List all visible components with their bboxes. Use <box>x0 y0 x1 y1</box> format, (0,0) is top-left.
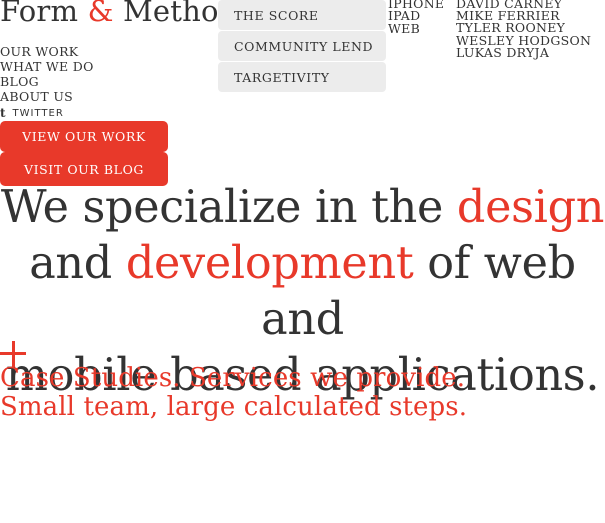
nav-item-our-work[interactable]: OUR WORK <box>0 44 94 59</box>
hero-text: We specialize in the <box>0 182 457 233</box>
hero-line-2: and development of web and <box>29 238 576 345</box>
tagline-row-1: Case Studies. Services we provide. <box>0 364 467 393</box>
case-studies-link[interactable]: Case Studies. <box>0 363 181 393</box>
twitter-label: TWITTER <box>12 107 64 119</box>
nav-item-what-we-do[interactable]: WHAT WE DO <box>0 59 94 74</box>
twitter-icon: t <box>0 106 7 120</box>
project-tab-targetivity[interactable]: TARGETIVITY <box>218 62 386 92</box>
team-tagline[interactable]: Small team, large calculated steps. <box>0 393 467 422</box>
team-member[interactable]: LUKAS DRYJA <box>456 46 591 59</box>
logo[interactable]: Form & Method <box>0 0 237 28</box>
hero-text: and <box>29 238 126 289</box>
logo-ampersand: & <box>87 0 114 28</box>
hero-highlight-design: design <box>456 182 605 233</box>
logo-text-form: Form <box>0 0 88 28</box>
nav-item-about-us[interactable]: ABOUT US <box>0 89 94 104</box>
hero-line-1: We specialize in the design <box>0 182 605 233</box>
platform-web[interactable]: WEB <box>388 22 444 35</box>
project-tab-the-score[interactable]: THE SCORE <box>218 0 386 30</box>
nav-item-blog[interactable]: BLOG <box>0 74 94 89</box>
twitter-link[interactable]: t TWITTER <box>0 106 64 120</box>
view-our-work-button[interactable]: VIEW OUR WORK <box>0 121 168 152</box>
main-nav: OUR WORK WHAT WE DO BLOG ABOUT US <box>0 44 94 104</box>
team-list: DAVID CARNEY MIKE FERRIER TYLER ROONEY W… <box>456 0 591 59</box>
hero-highlight-development: development <box>125 238 414 289</box>
platform-list: IPHONE IPAD WEB <box>388 0 444 35</box>
project-tab-community-lend[interactable]: COMMUNITY LEND <box>218 31 386 61</box>
services-link[interactable]: Services we provide. <box>181 363 465 393</box>
tagline-block: Case Studies. Services we provide. Small… <box>0 364 467 422</box>
